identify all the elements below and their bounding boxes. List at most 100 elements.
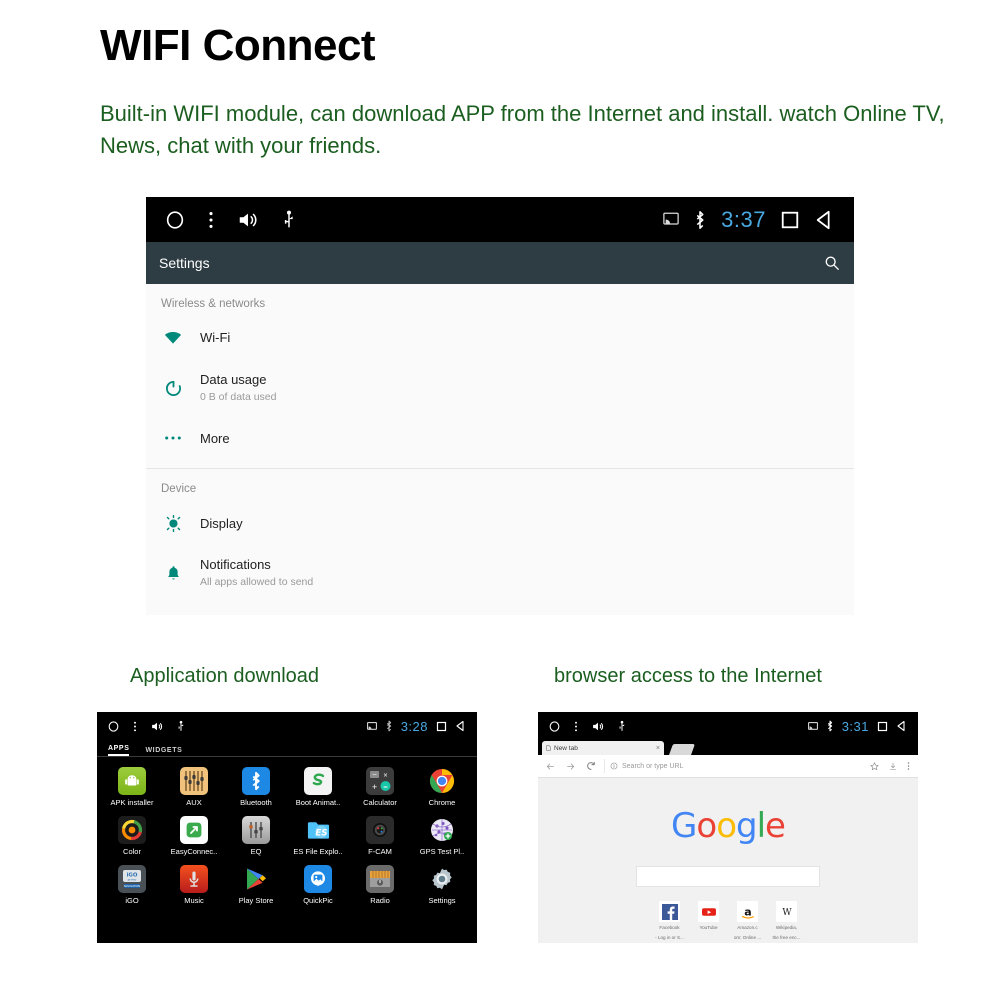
omnibox[interactable]: Search or type URL <box>604 759 862 773</box>
app-item-calculator[interactable]: − × + = Calculator <box>349 763 411 812</box>
chrome-icon <box>428 767 456 795</box>
wikipedia-icon: W <box>776 901 797 922</box>
browser-menu-icon[interactable] <box>907 761 910 771</box>
google-search-input[interactable] <box>636 866 820 887</box>
settings-row-title: Wi-Fi <box>200 330 231 346</box>
settings-row-wifi[interactable]: Wi-Fi <box>146 314 854 362</box>
app-item-gps-test[interactable]: GPS Test Pl.. <box>411 812 473 861</box>
app-item-igo[interactable]: iGO primo NAVIGATION iGO <box>101 861 163 910</box>
app-item-apk-installer[interactable]: APK installer <box>101 763 163 812</box>
bluetooth-icon[interactable] <box>693 210 707 230</box>
bluetooth-icon[interactable] <box>826 720 834 732</box>
settings-row-title: More <box>200 430 230 446</box>
new-tab-button[interactable] <box>668 744 696 755</box>
calculator-icon: − × + = <box>366 767 394 795</box>
settings-row-display[interactable]: Display <box>146 499 854 547</box>
app-label: EQ <box>250 847 262 856</box>
overflow-menu-icon[interactable] <box>133 720 137 733</box>
app-label: Music <box>184 896 204 905</box>
back-triangle-icon[interactable] <box>896 720 908 732</box>
close-icon[interactable]: × <box>656 745 660 752</box>
app-item-music[interactable]: Music <box>163 861 225 910</box>
amazon-icon: a <box>737 901 758 922</box>
settings-row-more[interactable]: More <box>146 414 854 462</box>
back-triangle-icon[interactable] <box>455 720 467 732</box>
shortcut-youtube[interactable]: YouTube <box>695 901 723 942</box>
cast-icon[interactable] <box>807 721 818 731</box>
app-item-quickpic[interactable]: QuickPic <box>287 861 349 910</box>
page-info-icon[interactable] <box>610 762 618 770</box>
app-label: Calculator <box>363 798 397 807</box>
shortcut-facebook[interactable]: Facebook - Log in or S... <box>655 901 684 942</box>
drawer-status-right-icons: 3:28 <box>366 719 477 734</box>
display-brightness-icon <box>146 514 200 532</box>
back-arrow-icon[interactable] <box>546 762 555 771</box>
app-item-play-store[interactable]: Play Store <box>225 861 287 910</box>
cast-icon[interactable] <box>663 212 679 227</box>
recents-square-icon[interactable] <box>780 210 800 230</box>
usb-icon[interactable] <box>282 209 296 231</box>
recents-square-icon[interactable] <box>877 721 888 732</box>
cast-icon[interactable] <box>366 721 377 731</box>
tab-widgets[interactable]: WIDGETS <box>145 747 182 756</box>
svg-text:NAVIGATION: NAVIGATION <box>124 884 140 888</box>
igo-navigation-icon: iGO primo NAVIGATION <box>118 865 146 893</box>
page-title: WIFI Connect <box>100 21 376 70</box>
usb-icon[interactable] <box>618 720 626 733</box>
boot-animation-icon <box>304 767 332 795</box>
app-item-bluetooth[interactable]: Bluetooth <box>225 763 287 812</box>
app-item-chrome[interactable]: Chrome <box>411 763 473 812</box>
back-triangle-icon[interactable] <box>814 209 836 231</box>
app-item-color[interactable]: Color <box>101 812 163 861</box>
browser-toolbar-actions <box>862 761 918 771</box>
browser-tab[interactable]: New tab × <box>542 741 664 755</box>
action-bar-title: Settings <box>159 255 210 271</box>
usb-icon[interactable] <box>177 720 185 733</box>
download-icon[interactable] <box>889 762 897 771</box>
volume-icon[interactable] <box>591 720 605 733</box>
gps-test-icon <box>428 816 456 844</box>
shortcut-label-line1: Wikipedia, <box>775 925 798 930</box>
svg-text:=: = <box>383 783 388 790</box>
overflow-menu-icon[interactable] <box>574 720 578 733</box>
volume-icon[interactable] <box>150 720 164 733</box>
caption-browser-access: browser access to the Internet <box>554 665 822 687</box>
app-item-f-cam[interactable]: F-CAM <box>349 812 411 861</box>
bookmark-star-icon[interactable] <box>870 761 879 771</box>
app-item-es-file-explorer[interactable]: ES ES File Explo.. <box>287 812 349 861</box>
settings-row-notifications[interactable]: Notifications All apps allowed to send <box>146 547 854 599</box>
volume-icon[interactable] <box>236 209 260 231</box>
settings-list[interactable]: Wireless & networks Wi-Fi Data usage 0 B… <box>146 284 854 615</box>
recents-square-icon[interactable] <box>436 721 447 732</box>
home-circle-icon[interactable] <box>164 209 186 231</box>
overflow-menu-icon[interactable] <box>208 209 214 231</box>
app-item-settings[interactable]: Settings <box>411 861 473 910</box>
shortcut-amazon[interactable]: a Amazon.c om: Online ... <box>734 901 762 942</box>
svg-text:+: + <box>372 783 378 791</box>
shortcut-label-line1: Facebook <box>659 925 680 930</box>
app-item-easyconnect[interactable]: EasyConnec.. <box>163 812 225 861</box>
status-bar-right-icons: 3:37 <box>663 207 854 233</box>
bluetooth-icon[interactable] <box>385 720 393 732</box>
tab-apps[interactable]: APPS <box>108 745 130 756</box>
aux-mixer-icon <box>180 767 208 795</box>
search-icon[interactable] <box>824 255 854 271</box>
reload-icon[interactable] <box>586 761 596 771</box>
settings-row-data-usage[interactable]: Data usage 0 B of data used <box>146 362 854 414</box>
app-item-boot-animation[interactable]: Boot Animat.. <box>287 763 349 812</box>
app-label: GPS Test Pl.. <box>419 847 465 856</box>
app-item-aux[interactable]: AUX <box>163 763 225 812</box>
shortcut-label-line2: om: Online ... <box>733 934 762 940</box>
shortcut-wikipedia[interactable]: W Wikipedia, the free enc... <box>772 901 801 942</box>
svg-text:×: × <box>383 772 388 779</box>
app-label: QuickPic <box>303 896 333 905</box>
app-label: Settings <box>428 896 456 905</box>
home-circle-icon[interactable] <box>107 720 120 733</box>
home-circle-icon[interactable] <box>548 720 561 733</box>
more-dots-icon <box>146 435 200 441</box>
app-item-eq[interactable]: EQ <box>225 812 287 861</box>
quickpic-icon <box>304 865 332 893</box>
page-subtitle: Built-in WIFI module, can download APP f… <box>100 101 945 158</box>
app-item-radio[interactable]: Radio <box>349 861 411 910</box>
forward-arrow-icon[interactable] <box>566 762 575 771</box>
